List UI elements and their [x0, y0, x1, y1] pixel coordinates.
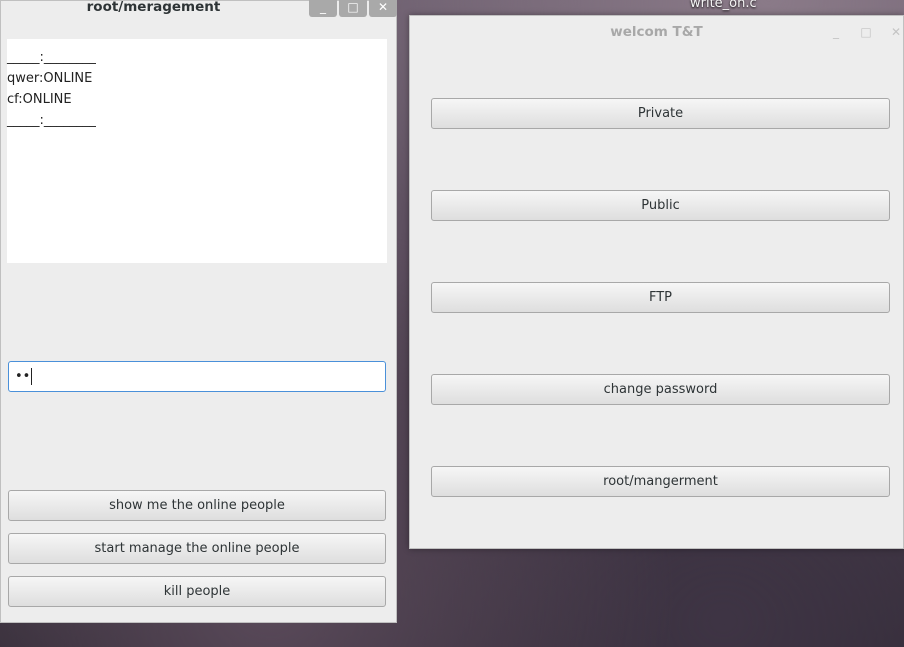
manage-window: root/meragement _ □ ✕ _____:________ qwe…	[0, 0, 397, 623]
public-button[interactable]: Public	[431, 190, 890, 221]
welcome-window-titlebar[interactable]: welcom T&T _ □ ✕	[410, 16, 903, 46]
desktop-file-label[interactable]: write_on.c	[690, 0, 757, 11]
kill-people-button[interactable]: kill people	[8, 576, 386, 607]
online-users-textview[interactable]: _____:________ qwer:ONLINE cf:ONLINE ___…	[7, 39, 387, 263]
output-line: _____:________	[7, 113, 96, 128]
output-line: qwer:ONLINE	[7, 71, 93, 86]
close-icon[interactable]: ✕	[369, 0, 397, 17]
manage-window-titlebar[interactable]: root/meragement _ □ ✕	[1, 0, 397, 31]
password-entry[interactable]: ••	[8, 361, 386, 392]
output-line: cf:ONLINE	[7, 92, 72, 107]
minimize-icon[interactable]: _	[309, 0, 337, 17]
text-caret	[31, 368, 33, 385]
minimize-icon[interactable]: _	[822, 24, 850, 42]
private-button[interactable]: Private	[431, 98, 890, 129]
change-password-button[interactable]: change password	[431, 374, 890, 405]
output-line: _____:________	[7, 50, 96, 65]
welcome-window: welcom T&T _ □ ✕ Private Public FTP chan…	[409, 15, 904, 549]
ftp-button[interactable]: FTP	[431, 282, 890, 313]
start-manage-button[interactable]: start manage the online people	[8, 533, 386, 564]
maximize-icon[interactable]: □	[339, 0, 367, 17]
manage-window-title: root/meragement	[86, 0, 221, 15]
root-management-button[interactable]: root/mangerment	[431, 466, 890, 497]
close-icon[interactable]: ✕	[882, 24, 904, 42]
maximize-icon[interactable]: □	[852, 24, 880, 42]
password-entry-value: ••	[15, 369, 31, 384]
show-online-people-button[interactable]: show me the online people	[8, 490, 386, 521]
